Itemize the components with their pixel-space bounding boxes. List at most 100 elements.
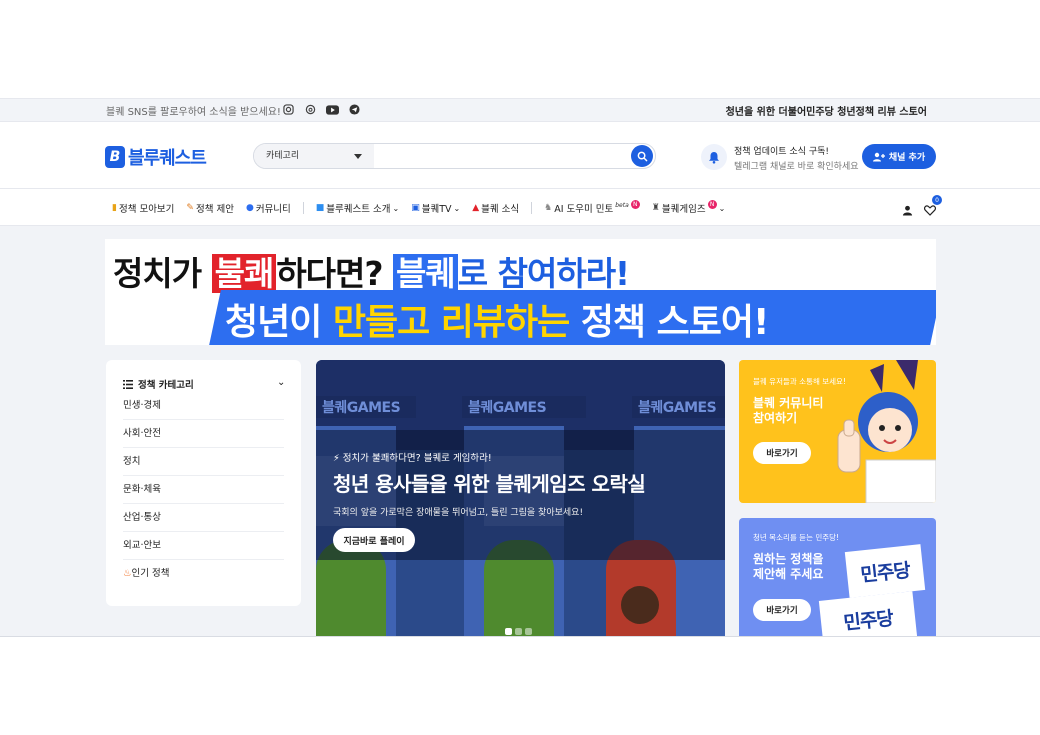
banner-highlight-red: 불쾌 — [211, 254, 277, 293]
community-promo[interactable]: 블퀘 유저들과 소통해 보세요! 블퀘 커뮤니티 참여하기 바로가기 — [739, 360, 936, 503]
book-icon: ■ — [315, 203, 325, 213]
promo-title-line: 블퀘 커뮤니티 — [753, 396, 824, 410]
caret-down-icon — [354, 154, 362, 159]
site-header: B 블루퀘스트 카테고리 정책 업데이트 소식 구독! 텔레그램 채널로 바로 … — [0, 123, 1040, 189]
banner-headline-1: 정치가 불쾌하다면? 블퀘로 참여하라! — [113, 247, 630, 295]
category-item-popular[interactable]: ♨인기 정책 — [123, 560, 284, 588]
category-item[interactable]: 산업·통상 — [123, 504, 284, 532]
subscribe-desc: 텔레그램 채널로 바로 확인하세요 — [734, 162, 859, 172]
category-item[interactable]: 외교·안보 — [123, 532, 284, 560]
banner-text: 청년이 — [225, 302, 333, 343]
tv-icon: ▣ — [411, 203, 420, 213]
promo-title-line: 원하는 정책을 — [753, 552, 824, 566]
search-bar: 카테고리 — [253, 143, 656, 169]
nav-item-tv[interactable]: ▣ 블퀘TV ⌄ — [411, 201, 460, 215]
category-title: 정책 카테고리 — [138, 380, 194, 391]
nav-item-policy-browse[interactable]: ▮ 정책 모아보기 — [112, 201, 174, 215]
banner-text-blue: 로 참여하라! — [457, 254, 630, 293]
hero-banner[interactable]: 정치가 불쾌하다면? 블퀘로 참여하라! 청년이 만들고 리뷰하는 정책 스토어… — [105, 239, 936, 345]
new-badge: N — [707, 199, 717, 209]
sns-topbar: 블퀘 SNS를 팔로우하여 소식을 받으세요! 청년을 위한 더불어민주당 청년… — [0, 98, 1040, 122]
add-user-icon — [872, 152, 885, 161]
search-input[interactable] — [376, 146, 626, 166]
people-icon: ● — [245, 203, 254, 213]
category-item[interactable]: 민생·경제 — [123, 392, 284, 420]
main-content: 정치가 불쾌하다면? 블퀘로 참여하라! 청년이 만들고 리뷰하는 정책 스토어… — [0, 226, 1040, 636]
promo-title-line: 제안해 주세요 — [753, 567, 824, 581]
nav-item-about[interactable]: ■ 블루퀘스트 소개 ⌄ — [316, 201, 399, 215]
party-promo-title: 원하는 정책을 제안해 주세요 — [753, 552, 823, 582]
party-promo[interactable]: 민주당 민주당 청년 목소리를 듣는 민주당! 원하는 정책을 제안해 주세요 … — [739, 518, 936, 636]
megaphone-icon: ▲ — [472, 203, 480, 213]
player-head — [621, 586, 659, 624]
subscribe-info: 정책 업데이트 소식 구독! 텔레그램 채널로 바로 확인하세요 — [734, 144, 859, 172]
store-tagline[interactable]: 청년을 위한 더불어민주당 청년정책 리뷰 스토어 — [726, 103, 927, 118]
nav-label: 정책 제안 — [195, 204, 234, 215]
category-label: 인기 정책 — [131, 568, 170, 579]
nav-label: 블퀘 소식 — [481, 204, 520, 215]
category-item[interactable]: 사회·안전 — [123, 420, 284, 448]
beta-badge: beta — [615, 201, 629, 209]
play-now-button[interactable]: 지금바로 플레이 — [333, 528, 415, 552]
category-list: 민생·경제 사회·안전 정치 문화·체육 산업·통상 외교·안보 ♨인기 정책 — [123, 392, 284, 588]
threads-icon[interactable] — [304, 103, 317, 116]
nav-item-ai-helper[interactable]: ♞ AI 도우미 민토 beta N — [544, 199, 640, 215]
slide-pagination — [505, 628, 532, 635]
logo-mark-icon: B — [105, 146, 125, 168]
slide-desc: 국회의 앞을 가로막은 장애물을 뛰어넘고, 틀린 그림을 찾아보세요! — [333, 508, 584, 518]
scroll-icon: ▮ — [112, 203, 117, 213]
banner-text: 하다면? — [276, 254, 394, 293]
site-logo[interactable]: B 블루퀘스트 — [105, 144, 207, 170]
nav-item-community[interactable]: ● 커뮤니티 — [246, 201, 291, 215]
nav-label: 커뮤니티 — [255, 204, 291, 215]
community-promo-title: 블퀘 커뮤니티 참여하기 — [753, 396, 823, 426]
category-item[interactable]: 정치 — [123, 448, 284, 476]
party-logo-text: 민주당 — [859, 558, 911, 587]
chevron-down-icon: ⌄ — [718, 203, 726, 213]
nav-item-games[interactable]: ♜ 블퀘게임즈 N ⌄ — [651, 199, 726, 215]
pagination-dot[interactable] — [525, 628, 532, 635]
banner-headline-2: 청년이 만들고 리뷰하는 정책 스토어! — [225, 293, 770, 345]
party-logo-text: 민주당 — [842, 606, 894, 635]
character-illustration — [837, 360, 936, 503]
chevron-down-icon[interactable]: ⌄ — [277, 377, 285, 388]
telegram-icon[interactable] — [348, 103, 361, 116]
community-go-button[interactable]: 바로가기 — [753, 442, 811, 464]
game-slide[interactable]: 블퀘GAMES 블퀘GAMES 블퀘GAMES ⚡ 정치가 불쾌하다면? 블퀘로… — [316, 360, 725, 636]
party-go-button[interactable]: 바로가기 — [753, 599, 811, 621]
subscribe-title: 정책 업데이트 소식 구독! — [734, 147, 829, 157]
category-header[interactable]: 정책 카테고리 — [123, 377, 194, 391]
search-icon — [637, 151, 647, 161]
party-promo-small: 청년 목소리를 듣는 민주당! — [753, 533, 840, 542]
youtube-icon[interactable] — [326, 103, 339, 116]
slide-kicker: ⚡ 정치가 불쾌하다면? 블퀘로 게임하라! — [333, 450, 492, 464]
nav-label: 블퀘TV — [421, 204, 452, 215]
page-bottom-edge — [0, 636, 1040, 637]
add-channel-button[interactable]: 채널 추가 — [862, 144, 936, 169]
category-panel: 정책 카테고리 ⌄ 민생·경제 사회·안전 정치 문화·체육 산업·통상 외교·… — [106, 360, 301, 606]
banner-highlight-blue: 블퀘 — [393, 254, 458, 293]
instagram-icon[interactable] — [282, 103, 295, 116]
nav-divider — [302, 202, 304, 214]
user-icon[interactable] — [902, 201, 913, 220]
arcade-marquee: 블퀘GAMES — [316, 396, 416, 418]
slide-kicker-text: 정치가 불쾌하다면? 블퀘로 게임하라! — [342, 453, 492, 464]
list-icon — [123, 379, 133, 389]
nav-item-policy-propose[interactable]: ✎ 정책 제안 — [186, 201, 234, 215]
promo-title-line: 참여하기 — [753, 411, 798, 425]
joystick-icon: ♜ — [651, 203, 660, 213]
nav-divider — [531, 202, 533, 214]
nav-label: 정책 모아보기 — [118, 204, 175, 215]
search-category-label: 카테고리 — [266, 151, 300, 161]
pagination-dot[interactable] — [515, 628, 522, 635]
search-button[interactable] — [631, 145, 653, 167]
category-item[interactable]: 문화·체육 — [123, 476, 284, 504]
arcade-marquee: 블퀘GAMES — [462, 396, 586, 418]
slide-title: 청년 용사들을 위한 블퀘게임즈 오락실 — [333, 472, 646, 496]
party-logo-card: 민주당 — [844, 544, 926, 598]
banner-text: 정책 스토어! — [569, 302, 770, 343]
community-promo-small: 블퀘 유저들과 소통해 보세요! — [753, 377, 846, 386]
nav-item-news[interactable]: ▲ 블퀘 소식 — [472, 201, 519, 215]
lightning-icon: ⚡ — [333, 453, 340, 464]
pagination-dot[interactable] — [505, 628, 512, 635]
